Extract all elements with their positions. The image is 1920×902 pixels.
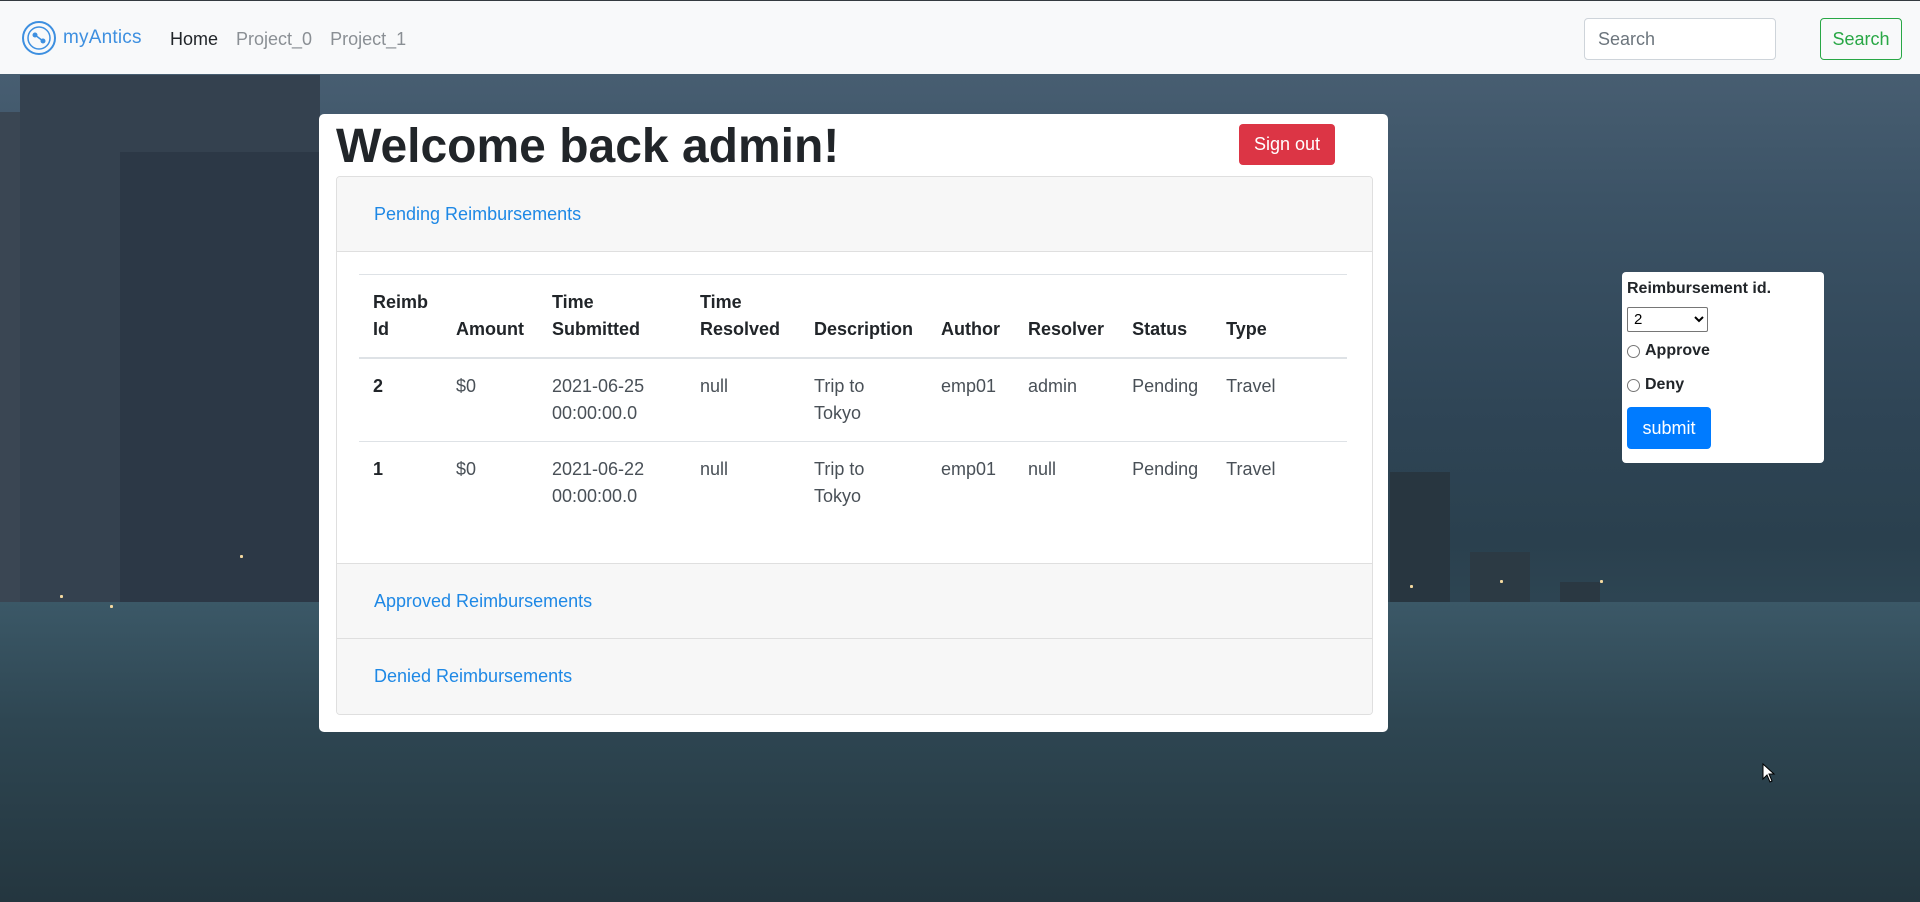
brand-name: myAntics [63,27,142,48]
cell-author: emp01 [927,358,1015,442]
reimbursement-id-label: Reimbursement id. [1627,280,1772,297]
sign-out-button[interactable]: Sign out [1239,124,1335,165]
cell-resolver: null [1028,459,1057,479]
pending-section-header: Pending Reimbursements [337,177,1372,252]
cell-amount: $0 [442,358,538,442]
approve-radio[interactable] [1627,344,1640,358]
mouse-cursor-icon [1762,763,1776,783]
approved-section-header: Approved Reimbursements [337,564,1372,639]
top-navbar: myAntics Home Project_0 Project_1 Search [0,0,1920,74]
cell-resolver: admin [1014,358,1119,442]
deny-option: Deny [1627,370,1819,400]
pending-reimbursements-link[interactable]: Pending Reimbursements [374,204,581,225]
nav-links: Home Project_0 Project_1 [170,29,406,50]
column-header-resolver: Resolver [1014,274,1119,359]
cell-amount: $0 [456,459,477,479]
column-header-amount: Amount [442,274,538,359]
cell-time-submitted: 2021-06-22 00:00:00.0 [552,459,645,506]
resolve-reimbursement-form: Reimbursement id. 2 Approve Deny submit [1622,272,1824,463]
column-header-reimb-id: Reimb Id [359,274,443,359]
cell-type: Travel [1226,459,1276,479]
page-title: Welcome back admin! [336,120,840,173]
cell-time-resolved: null [700,459,729,479]
cell-time-resolved: null [686,358,800,442]
column-header-type: Type [1212,274,1347,359]
nav-link-project-1[interactable]: Project_1 [330,29,406,50]
table-header-row: Reimb Id Amount Time Submitted Time Reso… [359,274,1347,359]
cell-type: Travel [1212,358,1347,442]
column-header-time-submitted: Time Submitted [538,274,686,359]
main-card: Welcome back admin! Sign out Pending Rei… [319,114,1388,732]
deny-label: Deny [1645,376,1685,393]
column-header-description: Description [800,274,928,359]
denied-section-header: Denied Reimbursements [337,639,1372,714]
cell-reimb-id: 2 [359,358,443,442]
search-input[interactable] [1584,18,1776,60]
submit-button[interactable]: submit [1627,407,1711,449]
reimbursement-id-select[interactable]: 2 [1627,307,1708,332]
approve-label: Approve [1645,342,1710,359]
cell-description: Trip to Tokyo [800,358,928,442]
cell-description: Trip to Tokyo [814,459,865,506]
brand-logo-icon [22,21,56,55]
nav-link-project-0[interactable]: Project_0 [236,29,312,50]
cell-time-submitted: 2021-06-25 00:00:00.0 [538,358,686,442]
deny-radio[interactable] [1627,378,1640,392]
pending-reimbursements-table: Reimb Id Amount Time Submitted Time Reso… [359,274,1347,524]
table-row: 2 $0 2021-06-25 00:00:00.0 null Trip to … [359,358,1347,442]
approve-option: Approve [1627,336,1819,366]
cell-reimb-id: 1 [373,459,384,479]
pending-section-body: Reimb Id Amount Time Submitted Time Reso… [337,252,1372,564]
cell-status: Pending [1132,459,1199,479]
brand[interactable]: myAntics [21,20,142,56]
denied-reimbursements-link[interactable]: Denied Reimbursements [374,666,572,687]
nav-link-home[interactable]: Home [170,29,218,50]
approved-reimbursements-link[interactable]: Approved Reimbursements [374,591,592,612]
cell-status: Pending [1118,358,1213,442]
column-header-time-resolved: Time Resolved [686,274,800,359]
column-header-status: Status [1118,274,1213,359]
table-row: 1 $0 2021-06-22 00:00:00.0 null Trip to … [359,442,1347,525]
cell-author: emp01 [941,459,997,479]
column-header-author: Author [927,274,1015,359]
reimbursement-accordion: Pending Reimbursements Reimb Id Amount T… [336,176,1373,715]
search-button[interactable]: Search [1820,18,1902,60]
